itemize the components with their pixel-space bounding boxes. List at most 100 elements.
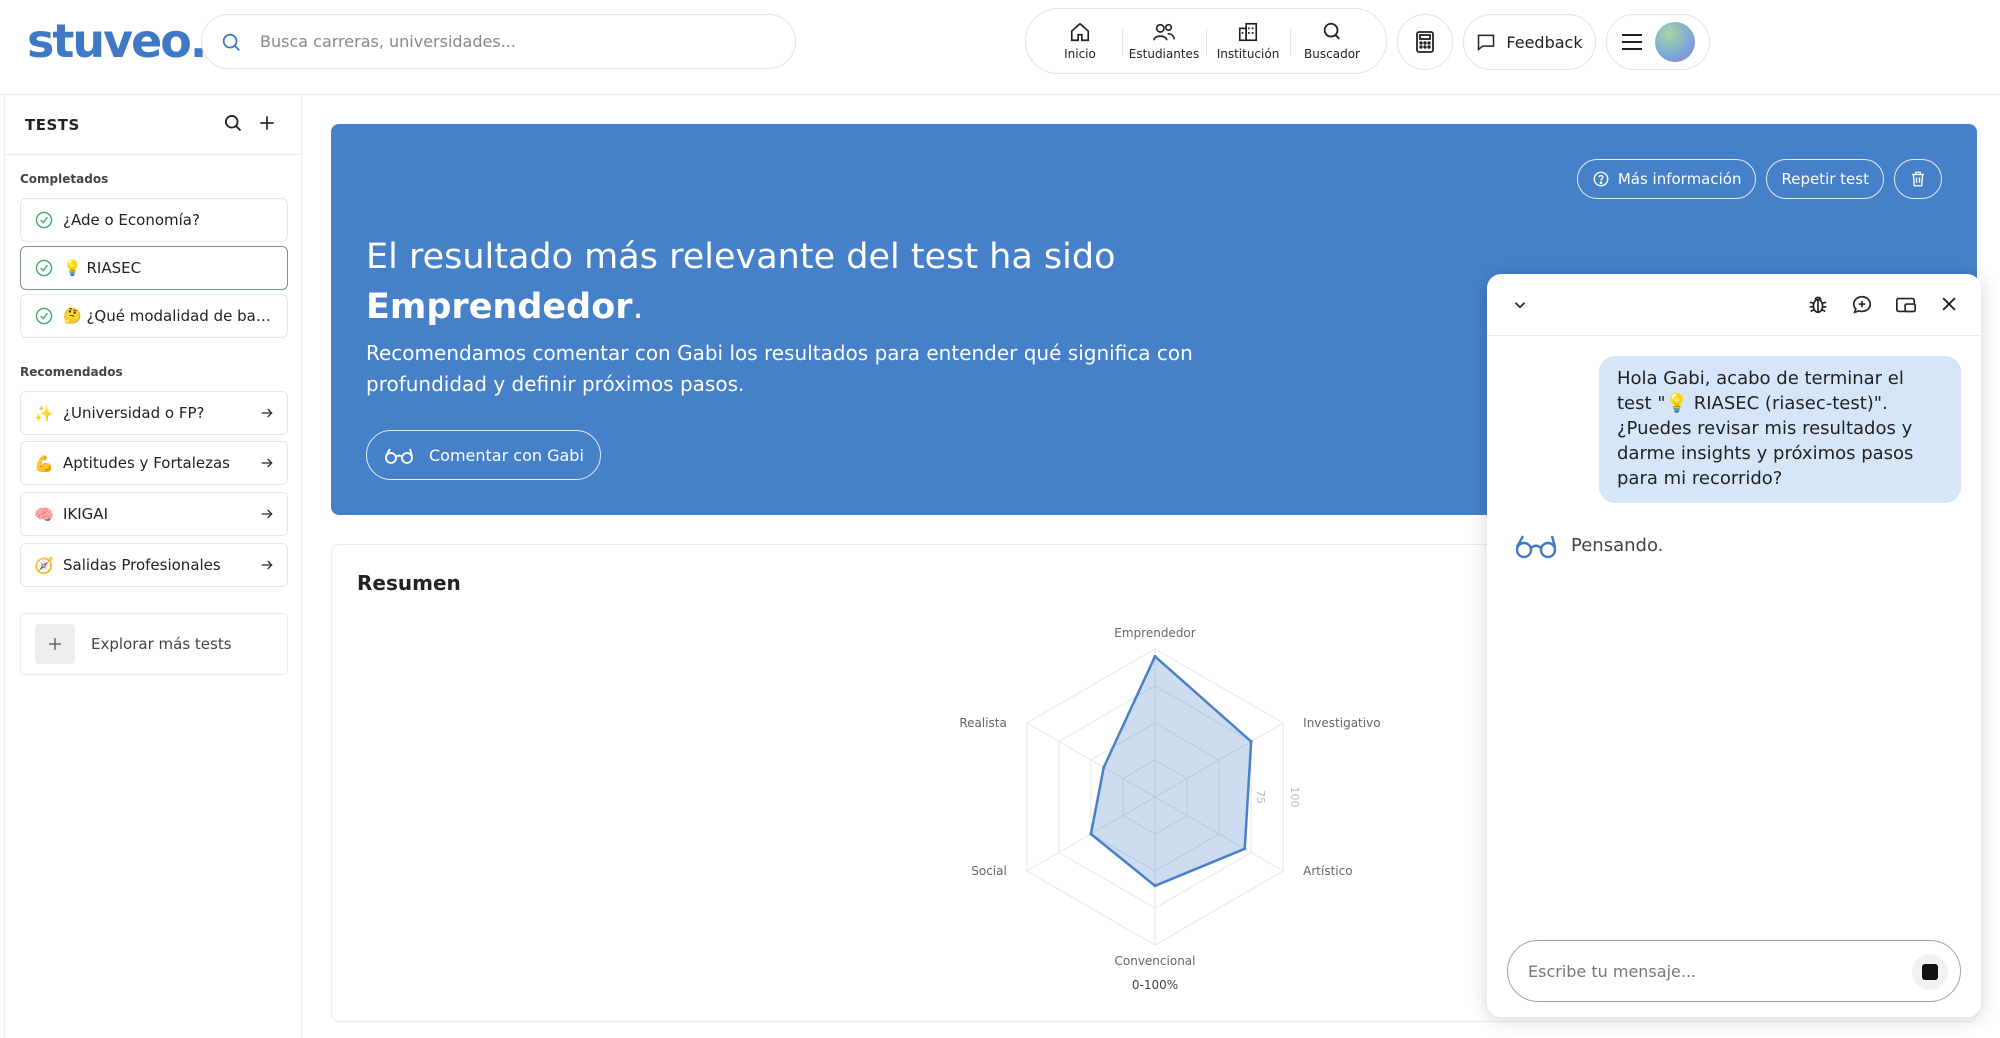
stop-icon — [1922, 964, 1938, 980]
feedback-button[interactable]: Feedback — [1463, 14, 1596, 70]
calculator-icon — [1414, 30, 1436, 54]
sidebar-item-label: ¿Ade o Economía? — [63, 211, 200, 229]
search-bar[interactable] — [201, 14, 796, 69]
menu-icon — [1621, 33, 1643, 51]
compass-emoji: 🧭 — [34, 555, 54, 575]
more-info-label: Más información — [1617, 170, 1742, 188]
arrow-right-icon — [259, 455, 275, 471]
nav-institucion[interactable]: Institución — [1206, 15, 1290, 67]
muscle-emoji: 💪 — [34, 453, 54, 473]
radar-label-realista: Realista — [959, 716, 1007, 730]
user-message-bubble: Hola Gabi, acabo de terminar el test "💡 … — [1599, 356, 1961, 503]
more-info-button[interactable]: Más información — [1576, 159, 1757, 199]
radar-point-investigativo — [1249, 740, 1253, 743]
main-nav: Inicio Estudiantes Institución Buscador — [1025, 8, 1387, 74]
sidebar-item-ade-economia[interactable]: ¿Ade o Economía? — [20, 198, 288, 242]
nav-estudiantes[interactable]: Estudiantes — [1122, 15, 1206, 67]
home-icon — [1069, 21, 1091, 43]
sidebar-item-label: 💡 RIASEC — [63, 259, 141, 277]
repeat-test-button[interactable]: Repetir test — [1766, 159, 1884, 199]
building-icon — [1237, 21, 1259, 43]
search-icon — [1321, 21, 1343, 43]
sidebar-item-label: ¿Universidad o FP? — [63, 404, 205, 422]
new-chat-icon[interactable] — [1851, 294, 1873, 316]
add-icon[interactable] — [257, 113, 277, 133]
radar-label-artístico: Artístico — [1303, 864, 1352, 878]
search-input[interactable] — [260, 32, 780, 51]
radar-point-artístico — [1243, 847, 1247, 851]
sidebar-item-aptitudes[interactable]: 💪 Aptitudes y Fortalezas — [20, 441, 288, 485]
top-header: stuveo. Inicio Estudiantes Institución — [0, 0, 2000, 95]
feedback-label: Feedback — [1506, 32, 1583, 52]
sidebar-item-label: IKIGAI — [63, 505, 108, 523]
explore-more-tests-button[interactable]: Explorar más tests — [20, 613, 288, 675]
help-circle-icon — [1592, 170, 1610, 188]
radar-point-emprendedor — [1153, 654, 1157, 658]
repeat-test-label: Repetir test — [1781, 170, 1869, 188]
delete-button[interactable] — [1894, 159, 1942, 199]
search-icon[interactable] — [223, 113, 243, 133]
radar-tick-label: 100 — [1288, 787, 1301, 808]
radar-range-caption: 0-100% — [1132, 978, 1178, 992]
arrow-right-icon — [259, 405, 275, 421]
sidebar-item-universidad-fp[interactable]: ✨ ¿Universidad o FP? — [20, 391, 288, 435]
completed-section-label: Completados — [20, 172, 109, 186]
check-circle-icon — [33, 257, 55, 279]
sidebar-title: TESTS — [25, 115, 80, 134]
chat-input-box[interactable] — [1507, 940, 1961, 1002]
close-icon[interactable] — [1939, 294, 1959, 316]
sidebar-item-text: RIASEC — [86, 259, 142, 277]
gabi-glasses-icon — [1513, 530, 1561, 560]
brain-emoji: 🧠 — [34, 504, 54, 524]
radar-label-convencional: Convencional — [1115, 954, 1196, 968]
logo[interactable]: stuveo. — [27, 14, 207, 68]
sidebar-item-label: Aptitudes y Fortalezas — [63, 454, 230, 472]
plus-icon — [35, 624, 75, 664]
chat-message-input[interactable] — [1528, 961, 1888, 981]
result-heading-prefix: El resultado más relevante del test ha s… — [366, 237, 1116, 277]
result-heading: El resultado más relevante del test ha s… — [366, 232, 1266, 332]
users-icon — [1152, 21, 1176, 43]
user-menu-button[interactable] — [1606, 14, 1710, 70]
sidebar-item-text: ¿Qué modalidad de bachillerato? — [86, 307, 273, 325]
assistant-thinking: Pensando. — [1513, 530, 1663, 560]
result-heading-suffix: . — [632, 287, 644, 327]
result-value: Emprendedor — [366, 287, 633, 327]
nav-buscador-label: Buscador — [1304, 47, 1360, 61]
sidebar-item-riasec[interactable]: 💡 RIASEC — [20, 246, 288, 290]
sidebar-item-modalidad[interactable]: 🤔 ¿Qué modalidad de bachillerato? — [20, 294, 288, 338]
radar-label-emprendedor: Emprendedor — [1114, 626, 1196, 640]
bug-icon[interactable] — [1807, 294, 1829, 316]
nav-institucion-label: Institución — [1216, 47, 1280, 61]
lightbulb-emoji: 💡 — [63, 259, 82, 277]
recommended-section-label: Recomendados — [20, 365, 123, 379]
chat-header — [1487, 274, 1981, 336]
picture-in-picture-icon[interactable] — [1895, 294, 1917, 316]
radar-label-social: Social — [971, 864, 1007, 878]
thinking-emoji: 🤔 — [63, 307, 82, 325]
trash-icon — [1909, 170, 1927, 188]
arrow-right-icon — [259, 557, 275, 573]
result-description: Recomendamos comentar con Gabi los resul… — [366, 341, 1193, 396]
chevron-down-icon[interactable] — [1511, 296, 1529, 314]
glasses-icon — [383, 445, 417, 465]
sidebar-item-ikigai[interactable]: 🧠 IKIGAI — [20, 492, 288, 536]
comment-with-gabi-button[interactable]: Comentar con Gabi — [366, 430, 601, 480]
check-circle-icon — [33, 209, 55, 231]
check-circle-icon — [33, 305, 55, 327]
nav-inicio-label: Inicio — [1064, 47, 1096, 61]
nav-buscador[interactable]: Buscador — [1290, 15, 1374, 67]
stop-generation-button[interactable] — [1912, 954, 1948, 990]
sidebar-item-salidas[interactable]: 🧭 Salidas Profesionales — [20, 543, 288, 587]
sidebar-item-label: Salidas Profesionales — [63, 556, 221, 574]
gabi-chat-panel: Hola Gabi, acabo de terminar el test "💡 … — [1487, 274, 1981, 1017]
radar-point-convencional — [1153, 884, 1157, 888]
sidebar-item-label: 🤔 ¿Qué modalidad de bachillerato? — [63, 307, 273, 325]
avatar — [1655, 22, 1695, 62]
calculator-button[interactable] — [1397, 14, 1453, 70]
sidebar-header: TESTS — [5, 95, 301, 155]
comment-with-gabi-label: Comentar con Gabi — [429, 445, 584, 465]
nav-inicio[interactable]: Inicio — [1038, 15, 1122, 67]
search-icon — [216, 27, 246, 57]
radar-point-realista — [1102, 765, 1106, 769]
